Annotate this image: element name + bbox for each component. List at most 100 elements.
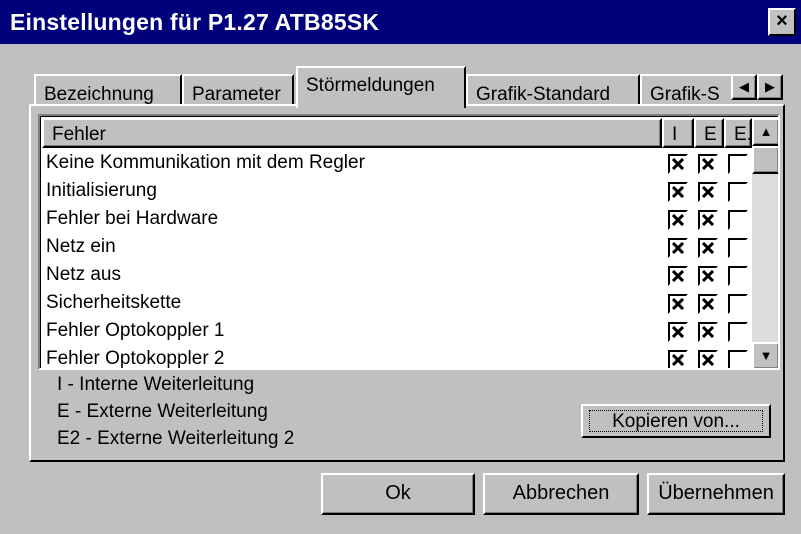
- list-item-label: Fehler Optokoppler 2: [46, 348, 225, 369]
- check-cross-icon: [702, 326, 714, 338]
- tab-bezeichnung[interactable]: Bezeichnung: [34, 74, 182, 108]
- check-cross-icon: [672, 214, 684, 226]
- copy-from-label: Kopieren von...: [612, 411, 740, 432]
- checkbox-e[interactable]: [698, 154, 718, 174]
- arrow-down-icon: ▼: [759, 348, 773, 363]
- checkbox-e[interactable]: [698, 238, 718, 258]
- error-list[interactable]: Fehler I E E.. Keine Kommunikation mit d…: [38, 114, 780, 370]
- tab-grafik-standard[interactable]: Grafik-Standard: [466, 74, 640, 108]
- tab-label: Bezeichnung: [44, 84, 154, 105]
- column-header-label: E: [704, 124, 717, 145]
- legend-line-e2: E2 - Externe Weiterleitung 2: [57, 428, 295, 449]
- checkbox-e[interactable]: [698, 182, 718, 202]
- check-cross-icon: [702, 298, 714, 310]
- list-item[interactable]: Initialisierung: [42, 178, 752, 206]
- tab-label: Parameter: [192, 84, 281, 105]
- ok-label: Ok: [385, 482, 411, 504]
- checkbox-e[interactable]: [698, 294, 718, 314]
- check-cross-icon: [672, 298, 684, 310]
- list-item[interactable]: Netz aus: [42, 262, 752, 290]
- tab-parameter[interactable]: Parameter: [182, 74, 294, 108]
- column-header-e2[interactable]: E..: [724, 118, 752, 148]
- tab-label: Störmeldungen: [306, 75, 435, 96]
- column-header-label: I: [672, 124, 678, 145]
- column-header-fehler[interactable]: Fehler: [42, 118, 662, 148]
- tab-label: Grafik-S: [650, 84, 720, 105]
- arrow-left-icon: ◀: [739, 79, 749, 94]
- list-item-label: Netz ein: [46, 236, 116, 257]
- list-item-label: Netz aus: [46, 264, 121, 285]
- list-item[interactable]: Fehler bei Hardware: [42, 206, 752, 234]
- arrow-right-icon: ▶: [765, 79, 775, 94]
- tab-scroll-right-button[interactable]: ▶: [757, 74, 783, 100]
- check-cross-icon: [672, 270, 684, 282]
- tab-grafik-s[interactable]: Grafik-S: [640, 74, 736, 108]
- close-icon: ×: [776, 10, 788, 32]
- scroll-thumb[interactable]: [752, 146, 778, 174]
- checkbox-i[interactable]: [668, 154, 688, 174]
- checkbox-e2[interactable]: [728, 210, 748, 230]
- column-header-i[interactable]: I: [662, 118, 694, 148]
- cancel-button[interactable]: Abbrechen: [483, 473, 639, 515]
- check-cross-icon: [702, 270, 714, 282]
- checkbox-e2[interactable]: [728, 322, 748, 342]
- check-cross-icon: [672, 186, 684, 198]
- column-header-label: Fehler: [52, 124, 106, 145]
- scroll-up-button[interactable]: ▲: [752, 118, 778, 146]
- cancel-label: Abbrechen: [512, 482, 610, 504]
- checkbox-e2[interactable]: [728, 238, 748, 258]
- legend-line-e: E - Externe Weiterleitung: [57, 401, 268, 422]
- list-item[interactable]: Keine Kommunikation mit dem Regler: [42, 150, 752, 178]
- checkbox-e2[interactable]: [728, 294, 748, 314]
- list-item-label: Sicherheitskette: [46, 292, 182, 313]
- tab-scroll-left-button[interactable]: ◀: [731, 74, 757, 100]
- list-item[interactable]: Fehler Optokoppler 1: [42, 318, 752, 346]
- checkbox-e2[interactable]: [728, 182, 748, 202]
- checkbox-i[interactable]: [668, 238, 688, 258]
- column-header-e[interactable]: E: [694, 118, 724, 148]
- check-cross-icon: [672, 326, 684, 338]
- checkbox-e2[interactable]: [728, 266, 748, 286]
- tab-label: Grafik-Standard: [476, 84, 611, 105]
- checkbox-e2[interactable]: [728, 350, 748, 368]
- check-cross-icon: [702, 214, 714, 226]
- checkbox-i[interactable]: [668, 350, 688, 368]
- checkbox-e[interactable]: [698, 322, 718, 342]
- list-item-label: Fehler bei Hardware: [46, 208, 219, 229]
- apply-label: Übernehmen: [658, 482, 774, 504]
- check-cross-icon: [672, 354, 684, 366]
- column-header-label: E..: [734, 124, 752, 145]
- check-cross-icon: [702, 186, 714, 198]
- list-item[interactable]: Sicherheitskette: [42, 290, 752, 318]
- check-cross-icon: [702, 242, 714, 254]
- checkbox-e[interactable]: [698, 350, 718, 368]
- checkbox-e[interactable]: [698, 266, 718, 286]
- check-cross-icon: [702, 158, 714, 170]
- tab-stoermeldungen[interactable]: Störmeldungen: [296, 66, 466, 108]
- checkbox-i[interactable]: [668, 210, 688, 230]
- list-item-label: Initialisierung: [46, 180, 157, 201]
- list-item-label: Fehler Optokoppler 1: [46, 320, 225, 341]
- check-cross-icon: [702, 354, 714, 366]
- check-cross-icon: [672, 242, 684, 254]
- vertical-scrollbar[interactable]: ▲ ▼: [752, 118, 778, 368]
- checkbox-e2[interactable]: [728, 154, 748, 174]
- title-bar[interactable]: Einstellungen für P1.27 ATB85SK ×: [0, 0, 801, 44]
- close-button[interactable]: ×: [768, 8, 796, 36]
- legend-line-i: I - Interne Weiterleitung: [57, 374, 255, 395]
- list-item[interactable]: Netz ein: [42, 234, 752, 262]
- apply-button[interactable]: Übernehmen: [647, 473, 785, 515]
- checkbox-i[interactable]: [668, 182, 688, 202]
- checkbox-i[interactable]: [668, 322, 688, 342]
- scroll-down-button[interactable]: ▼: [752, 342, 778, 368]
- copy-from-button[interactable]: Kopieren von...: [581, 404, 771, 438]
- arrow-up-icon: ▲: [759, 124, 773, 139]
- checkbox-e[interactable]: [698, 210, 718, 230]
- checkbox-i[interactable]: [668, 266, 688, 286]
- check-cross-icon: [672, 158, 684, 170]
- list-item[interactable]: Fehler Optokoppler 2: [42, 346, 752, 369]
- ok-button[interactable]: Ok: [321, 473, 475, 515]
- window-title: Einstellungen für P1.27 ATB85SK: [10, 9, 380, 35]
- list-item-label: Keine Kommunikation mit dem Regler: [46, 152, 365, 173]
- checkbox-i[interactable]: [668, 294, 688, 314]
